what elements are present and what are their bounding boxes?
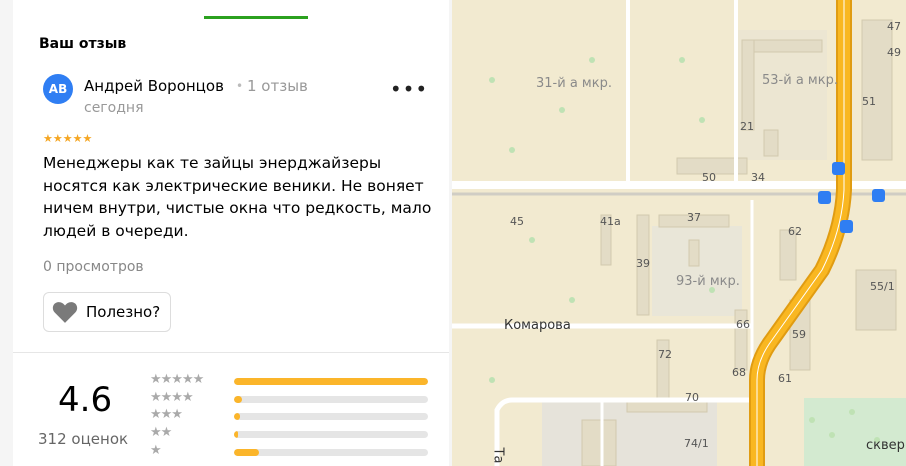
distribution-stars: ★★★★★ (150, 372, 204, 387)
house-number: 72 (658, 348, 672, 361)
house-number: 68 (732, 366, 746, 379)
review-text: Менеджеры как те зайцы энерджайзеры нося… (43, 154, 432, 240)
rating-distribution-row: ★★★ (150, 408, 430, 424)
street-label: сквер (866, 438, 905, 453)
house-number: 55/1 (870, 280, 895, 293)
distribution-bar-fill (234, 378, 428, 385)
review-rating-stars: ★★★★★ (43, 132, 93, 145)
distribution-stars: ★ (150, 443, 162, 458)
heart-icon (52, 302, 78, 323)
district-label: 31-й а мкр. (536, 76, 612, 91)
house-number: 70 (685, 391, 699, 404)
useful-button-label: Полезно? (86, 303, 161, 321)
rating-distribution-row: ★★ (150, 426, 430, 442)
map[interactable]: 31-й а мкр. 53-й а мкр. 93-й мкр. Комаро… (452, 0, 906, 466)
house-number: 21 (740, 120, 754, 133)
section-title: Ваш отзыв (39, 36, 127, 52)
distribution-bar-track (234, 449, 428, 456)
active-tab-indicator (204, 16, 308, 19)
author-name[interactable]: Андрей Воронцов (84, 77, 224, 95)
house-number: 49 (887, 46, 901, 59)
house-number: 66 (736, 318, 750, 331)
avatar[interactable]: АВ (43, 74, 73, 104)
house-number: 50 (702, 171, 716, 184)
street-label: Комарова (504, 318, 571, 333)
district-label: 53-й а мкр. (762, 73, 838, 88)
distribution-bar-fill (234, 413, 240, 420)
house-number: 62 (788, 225, 802, 238)
distribution-bar-track (234, 378, 428, 385)
building (861, 19, 893, 161)
house-number: 37 (687, 211, 701, 224)
street-label: Та (490, 447, 506, 464)
average-rating: 4.6 (58, 380, 113, 420)
house-number: 45 (510, 215, 524, 228)
house-number: 61 (778, 372, 792, 385)
reviews-panel: Ваш отзыв АВ Андрей Воронцов • 1 отзыв с… (0, 0, 452, 466)
building (741, 39, 755, 131)
district-label: 93-й мкр. (676, 274, 740, 289)
distribution-bar-track (234, 413, 428, 420)
rating-distribution-row: ★★★★ (150, 391, 430, 407)
distribution-stars: ★★★ (150, 407, 183, 422)
house-number: 51 (862, 95, 876, 108)
useful-button[interactable]: Полезно? (43, 292, 171, 332)
building (763, 129, 779, 157)
more-horizontal-icon[interactable]: ••• (390, 77, 427, 101)
rating-distribution-row: ★★★★★ (150, 373, 430, 389)
distribution-stars: ★★★★ (150, 390, 194, 405)
distribution-stars: ★★ (150, 425, 172, 440)
house-number: 47 (887, 20, 901, 33)
distribution-bar-fill (234, 431, 238, 438)
distribution-bar-fill (234, 449, 260, 456)
house-number: 59 (792, 328, 806, 341)
author-reviews-count[interactable]: 1 отзыв (247, 77, 308, 95)
house-number: 34 (751, 171, 765, 184)
views-count: 0 просмотров (43, 259, 144, 275)
rating-distribution-row: ★ (150, 444, 430, 460)
divider (13, 352, 449, 353)
house-number: 41а (600, 215, 621, 228)
review-date: сегодня (84, 100, 144, 116)
building (688, 239, 700, 267)
map-canvas[interactable] (452, 0, 906, 466)
distribution-bar-track (234, 396, 428, 403)
separator-dot: • (236, 79, 244, 93)
park-area (804, 398, 906, 466)
house-number: 39 (636, 257, 650, 270)
building (581, 419, 617, 466)
distribution-bar-track (234, 431, 428, 438)
house-number: 74/1 (684, 437, 709, 450)
ratings-count: 312 оценок (38, 430, 129, 448)
distribution-bar-fill (234, 396, 242, 403)
building (855, 269, 897, 331)
